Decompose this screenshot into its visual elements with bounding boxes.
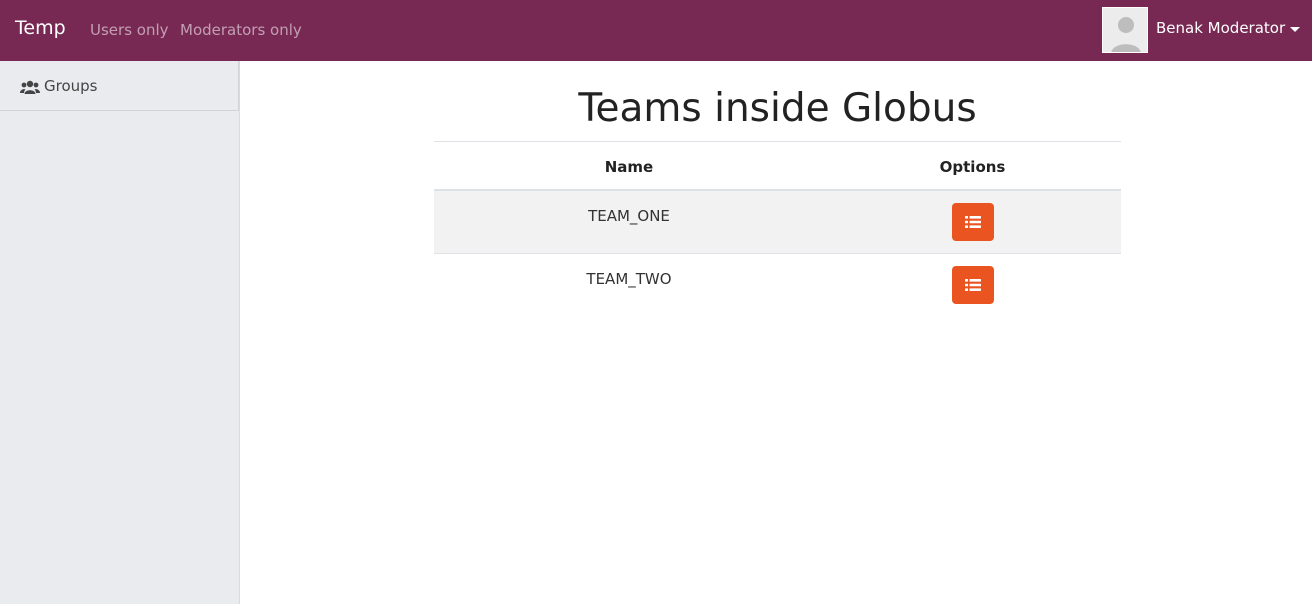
brand-link[interactable]: Temp [15,17,66,39]
sidebar-item-label: Groups [44,77,98,95]
nav-link-users-only[interactable]: Users only [90,21,169,39]
sidebar: Groups [0,61,240,604]
teams-table: Name Options TEAM_ONE TEAM_TWO [434,141,1121,317]
team-name: TEAM_TWO [586,270,672,288]
team-options-button[interactable] [952,266,994,304]
table-header: Name Options [434,141,1121,191]
user-avatar[interactable] [1102,7,1148,53]
users-icon [20,79,40,98]
list-icon [965,279,981,291]
table-row: TEAM_ONE [434,191,1121,254]
nav-link-moderators-only[interactable]: Moderators only [180,21,302,39]
team-name: TEAM_ONE [588,207,670,225]
column-header-name: Name [604,158,654,176]
top-navbar: Temp Users only Moderators only Benak Mo… [0,0,1312,61]
sidebar-item-groups[interactable]: Groups [0,61,239,111]
avatar-placeholder-icon [1103,8,1147,52]
page-title: Teams inside Globus [578,86,977,131]
user-menu-name[interactable]: Benak Moderator [1156,19,1285,37]
table-row: TEAM_TWO [434,254,1121,317]
chevron-down-icon[interactable] [1290,27,1300,32]
list-icon [965,216,981,228]
team-options-button[interactable] [952,203,994,241]
column-header-options: Options [939,158,1006,176]
